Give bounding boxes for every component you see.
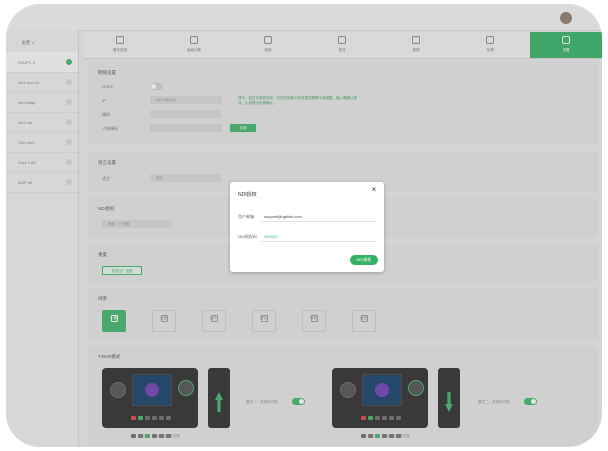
email-value: support@rgblink.com [264, 214, 302, 219]
dialog-title: NDI授权 [238, 192, 257, 198]
email-field[interactable]: support@rgblink.com [261, 212, 376, 222]
code-label: NDI授权码 [238, 234, 257, 239]
ndi-auth-dialog: NDI授权 × 用户邮箱 support@rgblink.com NDI授权码 … [230, 182, 384, 272]
ndi-auth-button[interactable]: NDI授权 [350, 255, 378, 265]
code-value: NDI002 [264, 234, 278, 239]
close-icon[interactable]: × [369, 185, 379, 195]
code-field[interactable]: NDI002 [261, 232, 376, 242]
app-window: 配置 ∨ RAVPC 2 mini ano V2 mini edge mini … [6, 4, 602, 447]
email-label: 用户邮箱 [238, 214, 254, 219]
